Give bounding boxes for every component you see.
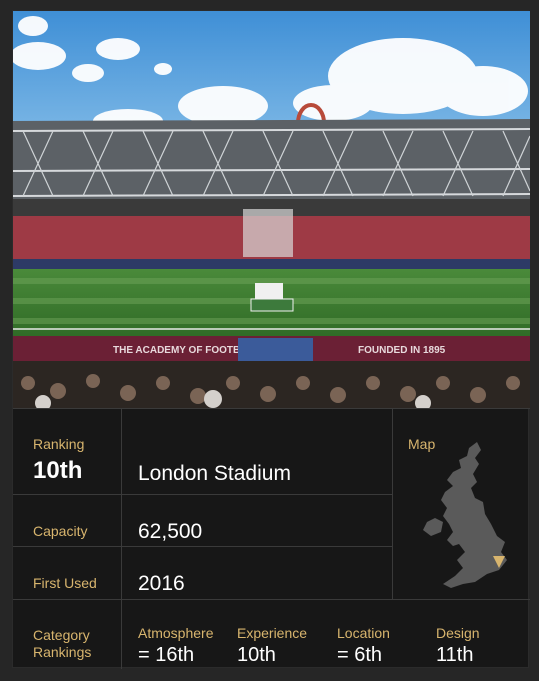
ranking-label: Ranking [33, 436, 85, 452]
first-used-value: 2016 [138, 572, 185, 595]
stadium-photo: THE ACADEMY OF FOOTBALL FOUNDED IN 1895 [13, 11, 530, 408]
location-value: = 6th [337, 644, 383, 666]
capacity-value: 62,500 [138, 520, 203, 543]
stadium-name: London Stadium [138, 462, 291, 485]
atmosphere-value: = 16th [138, 644, 195, 666]
experience-label: Experience [237, 625, 308, 641]
design-label: Design [436, 625, 480, 641]
banner-left-text: THE ACADEMY OF FOOTBALL [113, 345, 260, 356]
atmosphere-label: Atmosphere [138, 625, 214, 641]
capacity-label: Capacity [33, 523, 88, 539]
experience-value: 10th [237, 644, 276, 666]
banner-right-text: FOUNDED IN 1895 [358, 345, 446, 356]
first-used-label: First Used [33, 575, 97, 591]
ranking-value: 10th [33, 457, 83, 484]
design-value: 11th [436, 644, 474, 666]
stadium-info-grid: Ranking 10th London Stadium Capacity 62,… [13, 408, 530, 669]
location-label: Location [337, 625, 390, 641]
category-rankings-label-line2: Rankings [33, 644, 92, 660]
uk-map-marker-icon [423, 442, 507, 588]
category-rankings-label-line1: Category [33, 627, 90, 643]
stadium-card: THE ACADEMY OF FOOTBALL FOUNDED IN 1895 [12, 10, 530, 669]
